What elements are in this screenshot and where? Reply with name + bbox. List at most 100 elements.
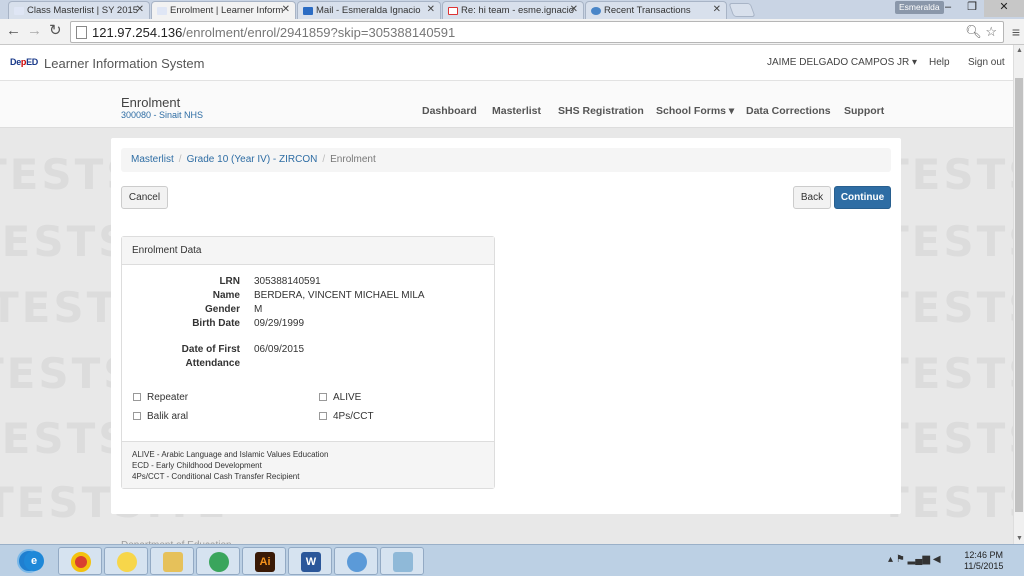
legend-footer: ALIVE - Arabic Language and Islamic Valu… — [122, 441, 494, 488]
legend-ecd: ECD - Early Childhood Development — [132, 461, 262, 470]
globe-icon — [591, 7, 601, 15]
first-attendance-label-line2: Attendance — [185, 358, 240, 369]
deped-logo[interactable]: DepED — [10, 57, 38, 67]
breadcrumb-section[interactable]: Grade 10 (Year IV) - ZIRCON — [187, 154, 318, 165]
nav-school-forms[interactable]: School Forms ▾ — [656, 105, 734, 117]
watermark-text: TESTSITE — [880, 283, 1024, 332]
nav-dashboard[interactable]: Dashboard — [422, 105, 477, 117]
legend-4ps: 4Ps/CCT - Conditional Cash Transfer Reci… — [132, 472, 300, 481]
internet-explorer-icon: e — [24, 551, 44, 571]
zoom-icon[interactable]: 🔍︎ ☆ — [965, 24, 997, 40]
minimize-icon[interactable]: – — [936, 0, 960, 17]
nav-shs-registration[interactable]: SHS Registration — [558, 105, 644, 117]
nav-support[interactable]: Support — [844, 105, 884, 117]
checkbox-icon[interactable] — [319, 412, 327, 420]
repeater-checkbox[interactable]: Repeater — [133, 392, 188, 403]
notes-icon — [393, 552, 413, 572]
scroll-thumb[interactable] — [1015, 78, 1023, 512]
tab-close-icon[interactable]: ✕ — [282, 4, 290, 15]
lrn-label: LRN — [219, 276, 240, 287]
alive-checkbox[interactable]: ALIVE — [319, 392, 361, 403]
network-taskbar-button[interactable] — [334, 547, 378, 575]
continue-button[interactable]: Continue — [834, 186, 891, 209]
checkbox-icon[interactable] — [133, 393, 141, 401]
clock-time: 12:46 PM — [964, 550, 1003, 560]
scroll-up-icon[interactable]: ▲ — [1016, 47, 1023, 54]
menu-icon[interactable]: ≡ — [1012, 24, 1020, 40]
action-center-icon[interactable]: ⚑ — [896, 554, 905, 565]
legend-alive: ALIVE - Arabic Language and Islamic Valu… — [132, 450, 329, 459]
address-bar[interactable]: 121.97.254.136/enrolment/enrol/2941859?s… — [70, 21, 1004, 43]
cancel-button[interactable]: Cancel — [121, 186, 168, 209]
explorer-taskbar-button[interactable] — [150, 547, 194, 575]
browser-toolbar: ← → ↻ 121.97.254.136/enrolment/enrol/294… — [0, 19, 1024, 45]
browser-tab-mail[interactable]: Mail - Esmeralda Ignacio ✕ — [297, 1, 441, 19]
name-value: BERDERA, VINCENT MICHAEL MILA — [254, 290, 425, 301]
nav-masterlist[interactable]: Masterlist — [492, 105, 541, 117]
taskbar: e Ai W ▴ ⚑ ▂▄▆ ◀ 12:46 PM 11/5/2015 — [0, 544, 1024, 576]
tab-close-icon[interactable]: ✕ — [713, 4, 721, 15]
weather-taskbar-button[interactable] — [104, 547, 148, 575]
4ps-cct-checkbox[interactable]: 4Ps/CCT — [319, 411, 374, 422]
first-attendance-value: 06/09/2015 — [254, 344, 305, 355]
app-title[interactable]: Learner Information System — [44, 56, 204, 71]
mail-icon — [303, 7, 313, 15]
close-window-icon[interactable]: ✕ — [984, 0, 1024, 17]
show-hidden-icon[interactable]: ▴ — [888, 554, 893, 565]
signout-link[interactable]: Sign out — [968, 57, 1005, 68]
new-tab-button[interactable] — [728, 3, 756, 17]
balik-aral-checkbox[interactable]: Balik aral — [133, 411, 188, 422]
folder-icon — [163, 552, 183, 572]
panel-heading: Enrolment Data — [122, 237, 494, 265]
breadcrumb: Masterlist / Grade 10 (Year IV) - ZIRCON / E… — [121, 148, 891, 172]
word-icon: W — [301, 552, 321, 572]
first-attendance-label: Date of First — [181, 344, 240, 355]
enrolment-data-panel: Enrolment Data LRN 305388140591 Name BER… — [121, 236, 495, 489]
breadcrumb-current: Enrolment — [330, 154, 376, 165]
browser-tab-strip: Class Masterlist | SY 2015 ✕ Enrolment |… — [0, 0, 1024, 19]
url-text[interactable]: 121.97.254.136/enrolment/enrol/2941859?s… — [92, 25, 455, 40]
app-taskbar-button[interactable] — [196, 547, 240, 575]
watermark-text: TESTSITE — [880, 478, 1024, 527]
app-header: DepED Learner Information System JAIME D… — [0, 45, 1013, 81]
network-signal-icon[interactable]: ▂▄▆ — [908, 554, 930, 565]
word-taskbar-button[interactable]: W — [288, 547, 332, 575]
birth-date-label: Birth Date — [192, 318, 240, 329]
watermark-text: TESTSITE — [880, 150, 1024, 199]
volume-icon[interactable]: ◀ — [933, 554, 941, 565]
tab-title: Recent Transactions — [604, 5, 691, 16]
tab-title: Enrolment | Learner Inform — [170, 5, 284, 16]
checkbox-icon[interactable] — [133, 412, 141, 420]
scroll-down-icon[interactable]: ▼ — [1016, 535, 1023, 542]
reload-icon[interactable]: ↻ — [49, 23, 62, 39]
illustrator-icon: Ai — [255, 552, 275, 572]
chrome-taskbar-button[interactable] — [58, 547, 102, 575]
breadcrumb-masterlist[interactable]: Masterlist — [131, 154, 174, 165]
notes-taskbar-button[interactable] — [380, 547, 424, 575]
forward-arrow-icon[interactable]: → — [27, 23, 42, 39]
vertical-scrollbar[interactable]: ▲ ▼ — [1013, 45, 1024, 544]
checkbox-icon[interactable] — [319, 393, 327, 401]
watermark-text: TESTSITE — [880, 217, 1024, 266]
browser-tab-enrolment[interactable]: Enrolment | Learner Inform ✕ — [151, 1, 296, 19]
watermark-text: TESTSITE — [880, 349, 1024, 398]
nav-data-corrections[interactable]: Data Corrections — [746, 105, 831, 117]
user-menu[interactable]: JAIME DELGADO CAMPOS JR ▾ — [767, 57, 917, 68]
help-link[interactable]: Help — [929, 57, 950, 68]
system-tray: ▴ ⚑ ▂▄▆ ◀ — [888, 554, 941, 565]
tab-close-icon[interactable]: ✕ — [427, 4, 435, 15]
browser-tab-gmail[interactable]: Re: hi team - esme.ignacio ✕ — [442, 1, 584, 19]
back-button[interactable]: Back — [793, 186, 831, 209]
watermark-text: TESTSITE — [880, 414, 1024, 463]
tab-title: Re: hi team - esme.ignacio — [461, 5, 574, 16]
browser-tab-class-masterlist[interactable]: Class Masterlist | SY 2015 ✕ — [8, 1, 150, 19]
illustrator-taskbar-button[interactable]: Ai — [242, 547, 286, 575]
ie-taskbar-button[interactable]: e — [12, 547, 56, 575]
browser-tab-recent-transactions[interactable]: Recent Transactions ✕ — [585, 1, 727, 19]
gender-value: M — [254, 304, 263, 315]
restore-icon[interactable]: ❐ — [960, 0, 984, 17]
tab-close-icon[interactable]: ✕ — [136, 4, 144, 15]
tab-close-icon[interactable]: ✕ — [570, 4, 578, 15]
system-clock[interactable]: 12:46 PM 11/5/2015 — [964, 550, 1003, 572]
back-arrow-icon[interactable]: ← — [6, 23, 21, 39]
